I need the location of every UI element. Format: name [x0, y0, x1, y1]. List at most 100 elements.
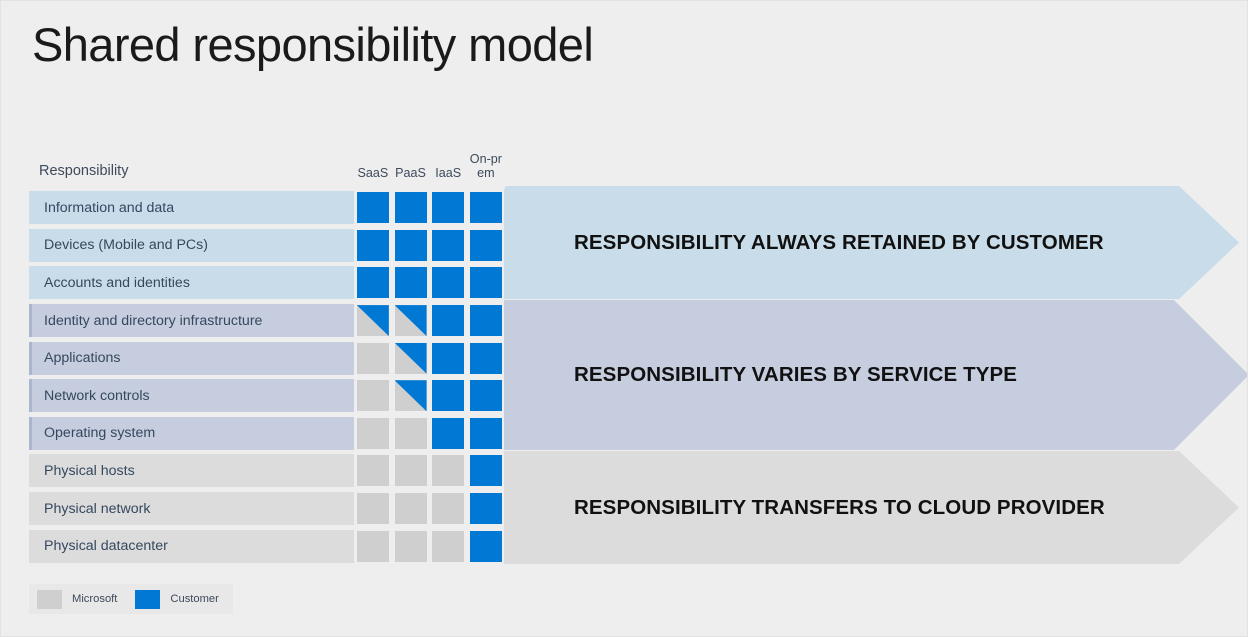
- table-row: Devices (Mobile and PCs): [29, 227, 505, 265]
- matrix-cell-saas-microsoft: [356, 417, 389, 449]
- matrix-cell-wrap: [392, 379, 430, 412]
- band-varies-by-service-label: RESPONSIBILITY VARIES BY SERVICE TYPE: [574, 363, 1018, 386]
- matrix-cell-iaas-microsoft: [432, 455, 465, 487]
- matrix-cell-wrap: [467, 304, 505, 337]
- matrix-cell-wrap: [354, 492, 392, 525]
- table-body: Information and data Devices (Mobile and …: [29, 189, 505, 565]
- legend: Microsoft Customer: [29, 584, 233, 614]
- matrix-cell-saas-customer: [356, 192, 389, 224]
- row-label: Physical network: [29, 492, 354, 526]
- matrix-cell-wrap: [354, 191, 392, 224]
- row-label: Devices (Mobile and PCs): [29, 228, 354, 262]
- matrix-cell-wrap: [429, 417, 467, 450]
- matrix-cell-wrap: [354, 342, 392, 375]
- row-label: Applications: [29, 341, 354, 375]
- matrix-cell-wrap: [429, 229, 467, 262]
- slide-canvas: Shared responsibility model RESPONSIBILI…: [0, 0, 1248, 637]
- matrix-cell-onprem-customer: [469, 493, 502, 525]
- matrix-cell-wrap: [429, 304, 467, 337]
- matrix-cell-wrap: [467, 379, 505, 412]
- matrix-cell-wrap: [429, 492, 467, 525]
- matrix-cell-wrap: [467, 492, 505, 525]
- legend-item: Microsoft: [37, 589, 117, 609]
- matrix-cell-wrap: [392, 454, 430, 487]
- legend-label: Customer: [170, 593, 219, 605]
- matrix-cell-saas-microsoft: [356, 530, 389, 562]
- matrix-cell-iaas-customer: [432, 380, 465, 412]
- matrix-cell-onprem-customer: [469, 455, 502, 487]
- matrix-cell-paas-microsoft: [394, 493, 427, 525]
- header-responsibility: Responsibility: [39, 163, 129, 179]
- matrix-cell-wrap: [392, 417, 430, 450]
- matrix-cell-onprem-customer: [469, 342, 502, 374]
- matrix-cell-wrap: [392, 530, 430, 563]
- matrix-cell-paas-microsoft: [394, 455, 427, 487]
- matrix-cell-wrap: [392, 229, 430, 262]
- header-col-onprem: On-prem: [469, 152, 502, 180]
- page-title: Shared responsibility model: [32, 18, 594, 71]
- matrix-cell-paas-shared: [394, 342, 427, 374]
- matrix-cell-paas-customer: [394, 229, 427, 261]
- table-row: Network controls: [29, 377, 505, 415]
- matrix-cell-saas-microsoft: [356, 342, 389, 374]
- matrix-cell-wrap: [354, 266, 392, 299]
- row-label: Network controls: [29, 379, 354, 413]
- matrix-cell-wrap: [429, 379, 467, 412]
- row-label: Operating system: [29, 416, 354, 450]
- matrix-cell-paas-shared: [394, 305, 427, 337]
- band-customer-retained-label: RESPONSIBILITY ALWAYS RETAINED BY CUSTOM…: [574, 230, 1104, 254]
- matrix-cell-wrap: [354, 379, 392, 412]
- matrix-cell-onprem-customer: [469, 305, 502, 337]
- matrix-cell-wrap: [467, 530, 505, 563]
- matrix-cell-paas-microsoft: [394, 417, 427, 449]
- matrix-cell-iaas-customer: [432, 192, 465, 224]
- header-col-paas: PaaS: [395, 166, 426, 180]
- matrix-cell-wrap: [467, 417, 505, 450]
- table-row: Operating system: [29, 415, 505, 453]
- responsibility-table: Responsibility SaaS PaaS IaaS On-prem In…: [29, 141, 505, 565]
- matrix-cell-saas-microsoft: [356, 455, 389, 487]
- table-row: Physical network: [29, 490, 505, 528]
- row-label: Information and data: [29, 191, 354, 225]
- matrix-cell-saas-customer: [356, 229, 389, 261]
- matrix-cell-iaas-customer: [432, 267, 465, 299]
- matrix-cell-iaas-customer: [432, 305, 465, 337]
- table-row: Information and data: [29, 189, 505, 227]
- matrix-cell-iaas-customer: [432, 342, 465, 374]
- matrix-cell-onprem-customer: [469, 267, 502, 299]
- band-varies-by-service: RESPONSIBILITY VARIES BY SERVICE TYPE: [504, 300, 1247, 450]
- matrix-cell-wrap: [392, 191, 430, 224]
- band-transfers-to-provider: RESPONSIBILITY TRANSFERS TO CLOUD PROVID…: [504, 451, 1239, 564]
- table-row: Physical hosts: [29, 452, 505, 490]
- legend-swatch: [37, 589, 62, 609]
- matrix-cell-wrap: [429, 266, 467, 299]
- matrix-cell-saas-shared: [356, 305, 389, 337]
- header-col-iaas: IaaS: [435, 166, 462, 180]
- matrix-cell-paas-customer: [394, 267, 427, 299]
- matrix-cell-wrap: [429, 530, 467, 563]
- matrix-cell-wrap: [354, 454, 392, 487]
- matrix-cell-onprem-customer: [469, 192, 502, 224]
- matrix-cell-wrap: [354, 417, 392, 450]
- row-label: Identity and directory infrastructure: [29, 304, 354, 338]
- matrix-cell-wrap: [467, 266, 505, 299]
- matrix-cell-onprem-customer: [469, 530, 502, 562]
- matrix-cell-wrap: [429, 191, 467, 224]
- matrix-cell-iaas-microsoft: [432, 530, 465, 562]
- matrix-cell-wrap: [467, 191, 505, 224]
- matrix-cell-iaas-customer: [432, 229, 465, 261]
- legend-item: Customer: [135, 589, 219, 609]
- matrix-cell-wrap: [392, 266, 430, 299]
- matrix-cell-paas-shared: [394, 380, 427, 412]
- matrix-cell-wrap: [467, 342, 505, 375]
- header-col-saas: SaaS: [357, 166, 389, 180]
- matrix-cell-wrap: [354, 229, 392, 262]
- table-row: Physical datacenter: [29, 527, 505, 565]
- table-row: Identity and directory infrastructure: [29, 302, 505, 340]
- row-label: Physical datacenter: [29, 529, 354, 563]
- table-header-row: Responsibility SaaS PaaS IaaS On-prem: [29, 141, 505, 189]
- matrix-cell-wrap: [392, 342, 430, 375]
- matrix-cell-saas-microsoft: [356, 380, 389, 412]
- matrix-cell-saas-customer: [356, 267, 389, 299]
- matrix-cell-paas-microsoft: [394, 530, 427, 562]
